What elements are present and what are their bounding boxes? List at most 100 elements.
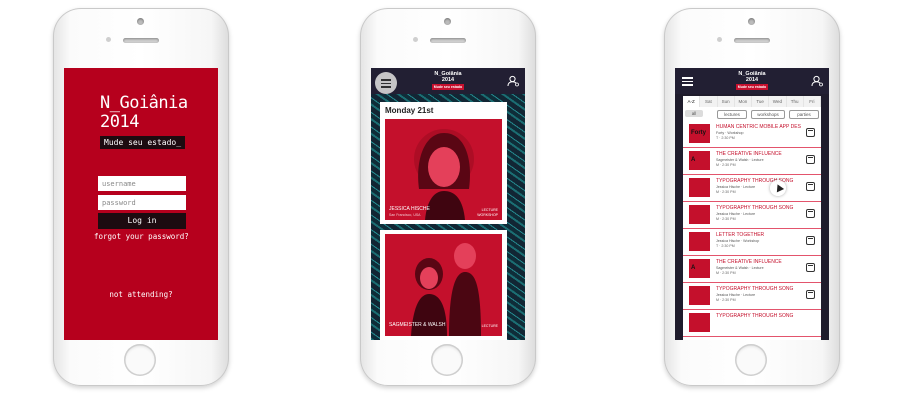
speaker-name: JESSICA HISCHE xyxy=(389,206,430,212)
calendar-icon[interactable] xyxy=(806,155,815,164)
session-title: TYPOGRAPHY THROUGH SONG xyxy=(716,313,794,319)
schedule-screen: N_Goiânia 2014 Mude seu estado Monday 21… xyxy=(371,68,525,340)
calendar-icon[interactable] xyxy=(806,263,815,272)
phone-list: N_Goiânia 2014 Mude seu estado A-Z Sat S… xyxy=(664,8,840,386)
list-item[interactable]: TYPOGRAPHY THROUGH SONG xyxy=(683,310,821,337)
calendar-icon[interactable] xyxy=(806,209,815,218)
login-button[interactable]: Log in xyxy=(98,213,186,229)
speaker-photo: SAGMEISTER & WALSH LECTURE xyxy=(385,234,502,336)
filter-bar: all lectures workshops parties xyxy=(683,110,821,119)
tab-thu[interactable]: Thu xyxy=(786,96,804,107)
session-list-panel: A-Z Sat Sun Mon Tue Wed Thu Fri all lect… xyxy=(683,96,821,340)
calendar-icon[interactable] xyxy=(806,182,815,191)
tab-mon[interactable]: Mon xyxy=(734,96,752,107)
tab-sat[interactable]: Sat xyxy=(700,96,718,107)
day-tabs: A-Z Sat Sun Mon Tue Wed Thu Fri xyxy=(683,96,821,107)
forgot-password-link[interactable]: forgot your password? xyxy=(94,232,189,241)
session-speaker: Jessica Hische · Lecture xyxy=(716,212,756,216)
brand-title: N_Goiânia 2014 xyxy=(100,93,188,132)
tab-wed[interactable]: Wed xyxy=(769,96,787,107)
list-item[interactable]: TYPOGRAPHY THROUGH SONG Jessica Hische ·… xyxy=(683,175,821,202)
session-type-2: WORKSHOP xyxy=(477,213,498,217)
day-card[interactable]: Monday 21st JESSICA HISCHE San Francisco… xyxy=(380,102,507,224)
session-time: M · 2:30 PM xyxy=(716,217,736,221)
home-button[interactable] xyxy=(124,344,156,376)
calendar-icon[interactable] xyxy=(806,236,815,245)
camera-icon xyxy=(748,18,755,25)
session-thumbnail xyxy=(689,205,710,224)
not-attending-link[interactable]: not attending? xyxy=(64,290,218,299)
session-time: M · 2:30 PM xyxy=(716,271,736,275)
session-thumbnail xyxy=(689,313,710,332)
calendar-icon[interactable] xyxy=(806,128,815,137)
session-speaker: Sagmeister & Walsh · Lecture xyxy=(716,266,764,270)
list-item[interactable]: TYPOGRAPHY THROUGH SONG Jessica Hische ·… xyxy=(683,202,821,229)
session-thumbnail xyxy=(689,286,710,305)
profile-icon[interactable] xyxy=(811,75,823,87)
session-title: TYPOGRAPHY THROUGH SONG xyxy=(716,205,794,211)
session-thumbnail: A xyxy=(689,259,710,278)
filter-lectures[interactable]: lectures xyxy=(717,110,747,119)
session-time: M · 2:30 PM xyxy=(716,163,736,167)
speaker-card[interactable]: SAGMEISTER & WALSH LECTURE xyxy=(380,230,507,340)
session-title: THE CREATIVE INFLUENCE xyxy=(716,151,782,157)
app-header: N_Goiânia 2014 Mude seu estado xyxy=(675,68,829,94)
session-thumbnail xyxy=(689,232,710,251)
list-item[interactable]: A THE CREATIVE INFLUENCE Sagmeister & Wa… xyxy=(683,148,821,175)
sensor-dot xyxy=(717,37,722,42)
session-speaker: Sagmeister & Walsh · Lecture xyxy=(716,158,764,162)
sensor-dot xyxy=(413,37,418,42)
session-speaker: Jessica Hische · Lecture xyxy=(716,185,756,189)
calendar-icon[interactable] xyxy=(806,290,815,299)
speaker-illustration xyxy=(385,119,502,220)
session-time: T · 2:30 PM xyxy=(716,136,735,140)
session-title: HUMAN CENTRIC MOBILE APP DES xyxy=(716,124,801,130)
phone-schedule: N_Goiânia 2014 Mude seu estado Monday 21… xyxy=(360,8,536,386)
earpiece xyxy=(734,38,770,43)
menu-button[interactable] xyxy=(375,72,397,94)
session-type: LECTURE xyxy=(481,208,498,212)
tab-fri[interactable]: Fri xyxy=(803,96,821,107)
profile-icon[interactable] xyxy=(507,75,519,87)
session-title: LETTER TOGETHER xyxy=(716,232,765,238)
speaker-location: San Francisco, USA xyxy=(389,213,421,217)
session-speaker: Jessica Hische · Workshop xyxy=(716,239,760,243)
session-title: THE CREATIVE INFLUENCE xyxy=(716,259,782,265)
tab-sun[interactable]: Sun xyxy=(717,96,735,107)
session-title: TYPOGRAPHY THROUGH SONG xyxy=(716,286,794,292)
filter-parties[interactable]: parties xyxy=(789,110,819,119)
home-button[interactable] xyxy=(431,344,463,376)
list-item[interactable]: LETTER TOGETHER Jessica Hische · Worksho… xyxy=(683,229,821,256)
earpiece xyxy=(430,38,466,43)
sensor-dot xyxy=(106,37,111,42)
home-button[interactable] xyxy=(735,344,767,376)
speaker-name: SAGMEISTER & WALSH xyxy=(389,322,446,328)
password-field[interactable] xyxy=(98,195,186,210)
list-item[interactable]: Forty HUMAN CENTRIC MOBILE APP DES Forty… xyxy=(683,121,821,148)
tab-tue[interactable]: Tue xyxy=(752,96,770,107)
list-screen: N_Goiânia 2014 Mude seu estado A-Z Sat S… xyxy=(675,68,829,340)
camera-icon xyxy=(444,18,451,25)
tagline: Mude seu estado_ xyxy=(100,136,186,149)
session-time: M · 2:30 PM xyxy=(716,190,736,194)
list-item[interactable]: A THE CREATIVE INFLUENCE Sagmeister & Wa… xyxy=(683,256,821,283)
header-logo: N_Goiânia 2014 Mude seu estado xyxy=(735,71,769,90)
session-thumbnail: A xyxy=(689,151,710,170)
filter-workshops[interactable]: workshops xyxy=(751,110,785,119)
speaker-photo: JESSICA HISCHE San Francisco, USA LECTUR… xyxy=(385,119,502,220)
session-speaker: Forty · Workshop xyxy=(716,131,744,135)
phone-login: N_Goiânia 2014 Mude seu estado_ Log in f… xyxy=(53,8,229,386)
session-time: M · 2:30 PM xyxy=(716,298,736,302)
session-speaker: Jessica Hische · Lecture xyxy=(716,293,756,297)
session-thumbnail xyxy=(689,178,710,197)
tab-a-z[interactable]: A-Z xyxy=(683,96,701,107)
filter-all[interactable]: all xyxy=(685,110,703,117)
session-time: T · 2:30 PM xyxy=(716,244,735,248)
list-item[interactable]: TYPOGRAPHY THROUGH SONG Jessica Hische ·… xyxy=(683,283,821,310)
login-screen: N_Goiânia 2014 Mude seu estado_ Log in f… xyxy=(64,68,218,340)
username-field[interactable] xyxy=(98,176,186,191)
camera-icon xyxy=(137,18,144,25)
session-type: LECTURE xyxy=(481,324,498,328)
day-title: Monday 21st xyxy=(385,106,434,115)
earpiece xyxy=(123,38,159,43)
